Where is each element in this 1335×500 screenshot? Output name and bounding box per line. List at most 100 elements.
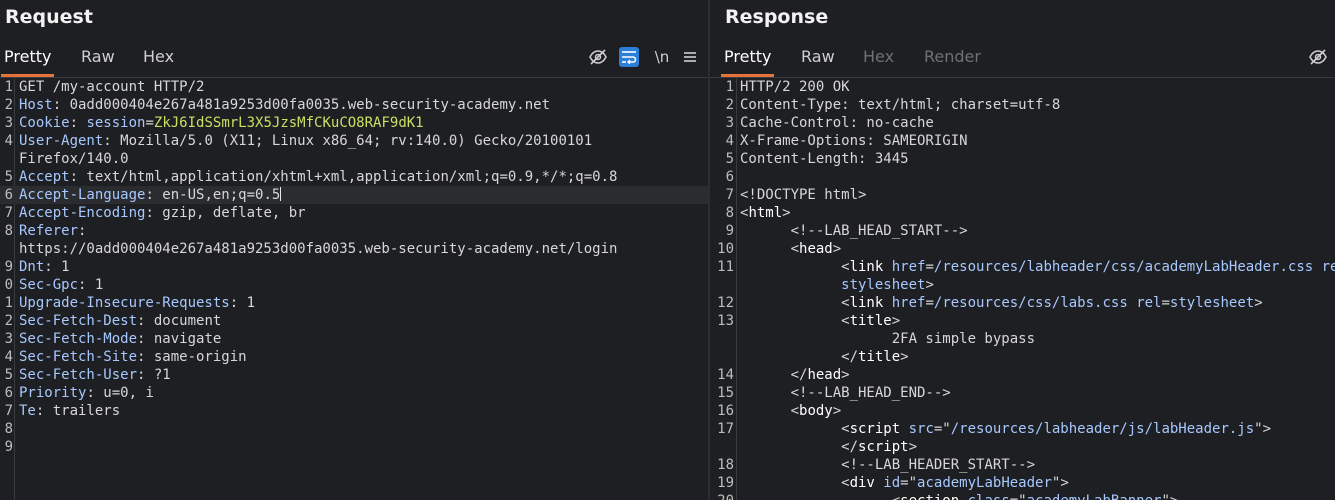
request-editor[interactable]: 1 GET /my-account HTTP/2 2 Host: 0add000404… bbox=[0, 78, 708, 500]
code-token: academyLabHeader bbox=[917, 475, 1052, 491]
code-token: </ bbox=[740, 349, 859, 365]
word-wrap-icon[interactable] bbox=[619, 47, 639, 67]
code-line[interactable]: 10 <head> bbox=[710, 240, 1335, 258]
code-line[interactable]: 1 Upgrade-Insecure-Requests: 1 bbox=[0, 294, 708, 312]
code-line[interactable]: 7 Accept-Encoding: gzip, deflate, br bbox=[0, 204, 708, 222]
code-line[interactable]: 19 <div id="academyLabHeader"> bbox=[710, 474, 1335, 492]
response-tab-raw[interactable]: Raw bbox=[798, 40, 838, 74]
code-text: <script src="/resources/labheader/js/lab… bbox=[740, 420, 1271, 438]
code-line[interactable]: 2FA simple bypass bbox=[710, 330, 1335, 348]
code-token: : u=0, i bbox=[86, 385, 154, 401]
code-line[interactable]: https://0add000404e267a481a9253d00fa0035… bbox=[0, 240, 708, 258]
code-line[interactable]: 8 bbox=[0, 420, 708, 438]
code-line[interactable]: 2 Content-Type: text/html; charset=utf-8 bbox=[710, 96, 1335, 114]
text-caret bbox=[280, 187, 282, 201]
code-token: > bbox=[782, 205, 791, 221]
code-line[interactable]: 2 Host: 0add000404e267a481a9253d00fa0035.… bbox=[0, 96, 708, 114]
code-token: = bbox=[145, 115, 154, 131]
line-number: 12 bbox=[717, 295, 734, 311]
code-line[interactable]: 13 <title> bbox=[710, 312, 1335, 330]
response-tab-pretty[interactable]: Pretty bbox=[721, 40, 775, 77]
request-tab-pretty[interactable]: Pretty bbox=[1, 40, 55, 77]
code-token: Referer bbox=[19, 223, 79, 239]
code-token: <!--LAB_HEADER_START--> bbox=[740, 457, 1036, 473]
response-tab-render[interactable]: Render bbox=[921, 40, 984, 74]
code-line[interactable]: 9 <!--LAB_HEAD_START--> bbox=[710, 222, 1335, 240]
code-line[interactable]: 14 </head> bbox=[710, 366, 1335, 384]
code-line[interactable]: 9 Dnt: 1 bbox=[0, 258, 708, 276]
request-title: Request bbox=[5, 6, 93, 28]
code-line[interactable]: 8 Referer: bbox=[0, 222, 708, 240]
code-token: title bbox=[849, 313, 892, 329]
code-line[interactable]: 5 Sec-Fetch-User: ?1 bbox=[0, 366, 708, 384]
code-token: <!--LAB_HEAD_START--> bbox=[740, 223, 968, 239]
code-line[interactable]: 12 <link href=/resources/css/labs.css re… bbox=[710, 294, 1335, 312]
code-line[interactable]: 16 <body> bbox=[710, 402, 1335, 420]
response-tab-hex[interactable]: Hex bbox=[860, 40, 897, 74]
code-line[interactable]: 9 bbox=[0, 438, 708, 456]
code-line[interactable]: 7 <!DOCTYPE html> bbox=[710, 186, 1335, 204]
code-line[interactable]: 5 Accept: text/html,application/xhtml+xml… bbox=[0, 168, 708, 186]
code-line[interactable]: 11 <link href=/resources/labheader/css/a… bbox=[710, 258, 1335, 276]
code-token: > bbox=[908, 439, 918, 455]
code-line[interactable]: 20 <section class="academyLabBanner"> bbox=[710, 492, 1335, 500]
code-line[interactable]: 3 Cookie: session=ZkJ6IdSSmrL3X5JzsMfCKuC… bbox=[0, 114, 708, 132]
code-token: < bbox=[740, 313, 850, 329]
code-line[interactable]: 7 Te: trailers bbox=[0, 402, 708, 420]
code-token: "> bbox=[1051, 475, 1069, 491]
code-text: https://0add000404e267a481a9253d00fa0035… bbox=[19, 240, 617, 258]
menu-icon[interactable] bbox=[680, 47, 700, 67]
line-number: 2 bbox=[4, 97, 13, 113]
response-editor[interactable]: 1 HTTP/2 200 OK 2 Content-Type: text/html; … bbox=[710, 78, 1335, 500]
request-tab-hex[interactable]: Hex bbox=[140, 40, 177, 74]
code-line[interactable]: 3 Cache-Control: no-cache bbox=[710, 114, 1335, 132]
code-line[interactable]: 18 <!--LAB_HEADER_START--> bbox=[710, 456, 1335, 474]
code-line[interactable]: 3 Sec-Fetch-Mode: navigate bbox=[0, 330, 708, 348]
code-line[interactable]: 5 Content-Length: 3445 bbox=[710, 150, 1335, 168]
code-line[interactable]: 15 <!--LAB_HEAD_END--> bbox=[710, 384, 1335, 402]
code-line[interactable]: 2 Sec-Fetch-Dest: document bbox=[0, 312, 708, 330]
request-tab-raw[interactable]: Raw bbox=[78, 40, 118, 74]
code-line[interactable]: 6 Priority: u=0, i bbox=[0, 384, 708, 402]
code-line[interactable]: stylesheet> bbox=[710, 276, 1335, 294]
code-line[interactable]: 1 GET /my-account HTTP/2 bbox=[0, 78, 708, 96]
code-token: <!DOCTYPE html> bbox=[740, 187, 867, 203]
code-token: Firefox/140.0 bbox=[19, 151, 129, 167]
code-token: Sec-Gpc bbox=[19, 277, 79, 293]
code-line[interactable]: 6 Accept-Language: en-US,en;q=0.5 bbox=[0, 186, 708, 204]
code-line[interactable]: Firefox/140.0 bbox=[0, 150, 708, 168]
code-token: : navigate bbox=[137, 331, 222, 347]
code-line[interactable]: 4 Sec-Fetch-Site: same-origin bbox=[0, 348, 708, 366]
code-line[interactable]: 1 HTTP/2 200 OK bbox=[710, 78, 1335, 96]
newline-toggle[interactable]: \n bbox=[651, 47, 673, 67]
code-token: : Mozilla/5.0 (X11; Linux x86_64; rv:140… bbox=[103, 133, 593, 149]
code-line[interactable]: </script> bbox=[710, 438, 1335, 456]
code-token: : text/html,application/xhtml+xml,applic… bbox=[69, 169, 618, 185]
code-line[interactable]: 4 X-Frame-Options: SAMEORIGIN bbox=[710, 132, 1335, 150]
line-number: 1 bbox=[4, 295, 13, 311]
response-panel: Response Pretty Raw Hex Render 1 HTTP/2 2… bbox=[710, 0, 1335, 500]
line-number: 3 bbox=[4, 115, 13, 131]
code-token: html bbox=[748, 205, 783, 221]
code-line[interactable]: 0 Sec-Gpc: 1 bbox=[0, 276, 708, 294]
response-tabbar: Pretty Raw Hex Render bbox=[710, 40, 1335, 78]
code-token: Priority bbox=[19, 385, 87, 401]
eye-slash-icon[interactable] bbox=[1308, 47, 1328, 67]
line-number: 0 bbox=[4, 277, 13, 293]
line-number: 8 bbox=[725, 205, 734, 221]
code-token: = bbox=[925, 295, 934, 311]
code-token: < bbox=[740, 241, 800, 257]
code-line[interactable]: 4 User-Agent: Mozilla/5.0 (X11; Linux x86… bbox=[0, 132, 708, 150]
code-token: head bbox=[807, 367, 842, 383]
eye-slash-icon[interactable] bbox=[588, 47, 608, 67]
code-token: Sec-Fetch-Site bbox=[19, 349, 138, 365]
code-line[interactable]: 8 <html> bbox=[710, 204, 1335, 222]
code-text: Cache-Control: no-cache bbox=[740, 114, 934, 132]
code-token: body bbox=[799, 403, 833, 419]
code-line[interactable]: 17 <script src="/resources/labheader/js/… bbox=[710, 420, 1335, 438]
code-line[interactable]: </title> bbox=[710, 348, 1335, 366]
code-line[interactable]: 6 bbox=[710, 168, 1335, 186]
code-token: </ bbox=[740, 439, 859, 455]
code-token: ZkJ6IdSSmrL3X5JzsMfCKuCO8RAF9dK1 bbox=[153, 115, 424, 131]
code-token: : document bbox=[137, 313, 222, 329]
